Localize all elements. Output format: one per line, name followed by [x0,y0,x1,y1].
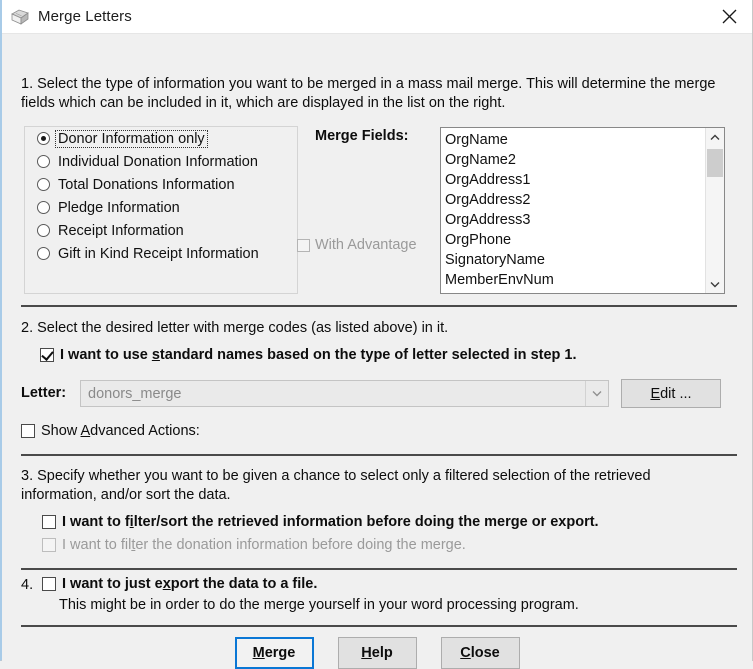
step4-number: 4. [21,577,34,593]
edit-button[interactable]: Edit ... [621,379,721,408]
step2-instruction: 2. Select the desired letter with merge … [21,320,449,336]
dialog-button-row: Merge Help Close [2,637,752,669]
list-item[interactable]: OrgAddress3 [445,210,705,230]
close-button-label: Close [460,645,500,661]
information-type-group: Donor Information only Individual Donati… [24,126,298,294]
dropdown-arrow-button[interactable] [585,381,608,406]
merge-button-label: Merge [252,645,296,661]
listbox-scrollbar[interactable] [705,128,724,293]
standard-names-checkbox[interactable]: I want to use standard names based on th… [40,347,577,363]
scrollbar-thumb[interactable] [707,149,723,177]
letter-dropdown[interactable]: donors_merge [80,380,609,407]
scroll-up-button[interactable] [706,128,724,146]
chevron-up-icon [710,134,720,140]
step3-instruction: 3. Specify whether you want to be given … [21,468,651,503]
merge-fields-label: Merge Fields: [315,128,409,144]
letter-label: Letter: [21,385,67,401]
window-title: Merge Letters [38,8,132,25]
merge-letters-dialog: Merge Letters 1. Select the type of info… [0,0,753,669]
radio-label: Donor Information only [55,129,208,148]
radio-pledge-information[interactable]: Pledge Information [25,196,297,219]
filter-donation-label: I want to filter the donation informatio… [62,537,466,553]
list-item[interactable]: OrgAddress1 [445,170,705,190]
chevron-down-icon [710,281,720,287]
title-bar: Merge Letters [2,0,752,34]
standard-names-label: I want to use standard names based on th… [60,347,577,363]
export-data-checkbox[interactable]: I want to just export the data to a file… [42,576,317,592]
checkbox-check-icon [40,348,54,362]
dialog-content: 1. Select the type of information you wa… [2,34,752,669]
radio-label: Individual Donation Information [58,153,258,170]
step4-note: This might be in order to do the merge y… [59,597,579,613]
list-item[interactable]: OrgName [445,130,705,150]
filter-sort-checkbox[interactable]: I want to filter/sort the retrieved info… [42,514,599,530]
checkbox-box-icon [42,538,56,552]
list-item[interactable]: OrgName2 [445,150,705,170]
checkbox-box-icon [42,577,56,591]
chevron-down-icon [592,391,602,397]
checkbox-box-icon [21,424,35,438]
radio-label: Pledge Information [58,199,180,216]
checkbox-box-icon [42,515,56,529]
close-icon [722,9,736,24]
close-dialog-button[interactable]: Close [440,637,520,669]
radio-label: Gift in Kind Receipt Information [58,245,259,262]
filter-donation-checkbox: I want to filter the donation informatio… [42,537,466,553]
merge-letters-icon [10,8,30,26]
radio-mark-icon [37,155,50,168]
close-button[interactable] [706,0,752,33]
filter-sort-label: I want to filter/sort the retrieved info… [62,514,599,530]
merge-button[interactable]: Merge [234,637,314,669]
show-advanced-actions-label: Show Advanced Actions: [41,423,200,439]
help-button-label: Help [361,645,393,661]
radio-total-donations-information[interactable]: Total Donations Information [25,173,297,196]
with-advantage-checkbox: With Advantage [297,237,417,253]
separator-1 [21,305,737,307]
radio-mark-icon [37,178,50,191]
radio-label: Receipt Information [58,222,184,239]
radio-label: Total Donations Information [58,176,235,193]
radio-mark-icon [37,247,50,260]
separator-2 [21,454,737,456]
radio-mark-icon [37,224,50,237]
checkbox-box-icon [297,238,310,252]
radio-mark-icon [37,201,50,214]
list-item[interactable]: OrgAddress2 [445,190,705,210]
list-item[interactable]: SignatoryName [445,250,705,270]
separator-3 [21,568,737,570]
radio-receipt-information[interactable]: Receipt Information [25,219,297,242]
merge-fields-listbox[interactable]: OrgName OrgName2 OrgAddress1 OrgAddress2… [440,127,725,294]
list-item[interactable]: MemberEnvNum [445,270,705,290]
help-button[interactable]: Help [337,637,417,669]
list-item[interactable]: OrgPhone [445,230,705,250]
radio-mark-icon [37,132,50,145]
radio-donor-information-only[interactable]: Donor Information only [25,127,297,150]
edit-button-label: Edit ... [650,385,692,402]
radio-individual-donation-information[interactable]: Individual Donation Information [25,150,297,173]
scroll-down-button[interactable] [706,275,724,293]
merge-fields-list[interactable]: OrgName OrgName2 OrgAddress1 OrgAddress2… [441,128,705,293]
step1-instruction: 1. Select the type of information you wa… [21,76,716,111]
export-data-label: I want to just export the data to a file… [62,576,318,592]
show-advanced-actions-checkbox[interactable]: Show Advanced Actions: [21,423,200,439]
separator-4 [21,625,737,627]
radio-gift-in-kind-receipt-information[interactable]: Gift in Kind Receipt Information [25,242,297,265]
letter-selected-value: donors_merge [88,385,182,402]
with-advantage-label: With Advantage [315,237,417,253]
